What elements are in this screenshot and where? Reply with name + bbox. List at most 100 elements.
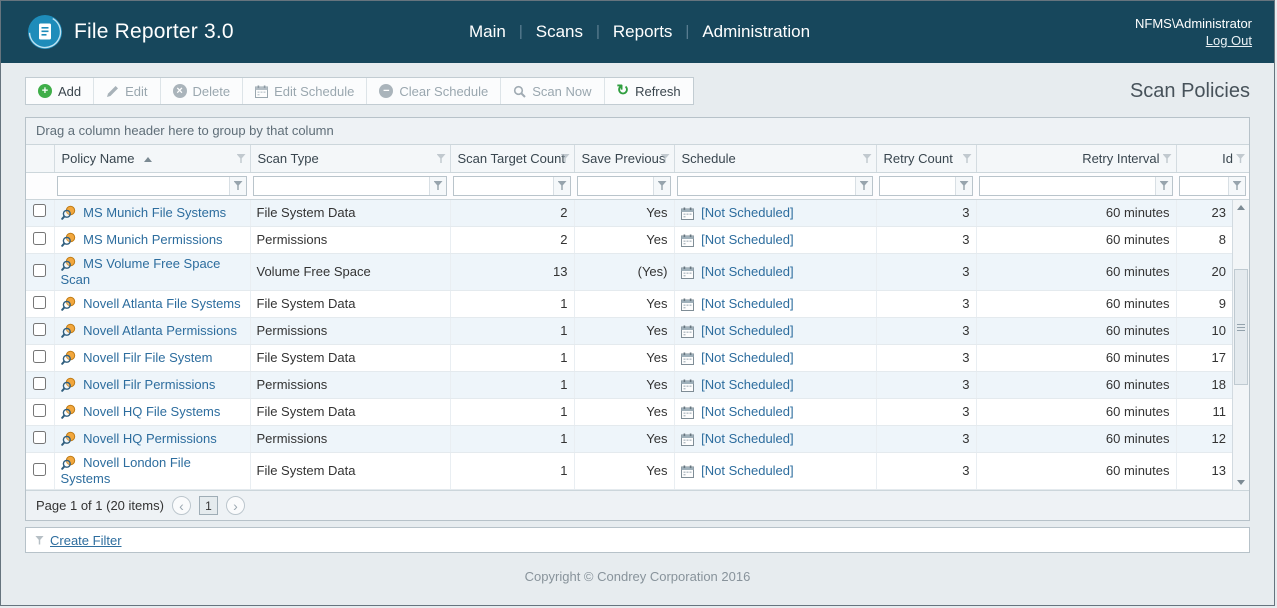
policy-name-link[interactable]: Novell HQ File Systems [83, 404, 220, 419]
row-checkbox[interactable] [33, 296, 46, 309]
header-filter-funnel-icon[interactable] [963, 154, 972, 163]
row-checkbox[interactable] [33, 404, 46, 417]
table-row[interactable]: Novell Filr Permissions Permissions 1 Ye… [26, 372, 1232, 399]
header-filter-funnel-icon[interactable] [437, 154, 446, 163]
scrollbar-thumb[interactable] [1234, 269, 1248, 385]
add-button[interactable]: Add [26, 78, 94, 104]
filter-menu-button[interactable] [553, 177, 570, 195]
schedule-link[interactable]: [Not Scheduled] [701, 264, 794, 279]
header-filter-funnel-icon[interactable] [1236, 154, 1245, 163]
application-window: File Reporter 3.0 Main Scans Reports Adm… [0, 0, 1275, 606]
filter-menu-button[interactable] [1228, 177, 1245, 195]
table-row[interactable]: Novell Atlanta File Systems File System … [26, 291, 1232, 318]
schedule-link[interactable]: [Not Scheduled] [701, 463, 794, 478]
schedule-link[interactable]: [Not Scheduled] [701, 232, 794, 247]
calendar-icon [681, 205, 702, 220]
policy-name-link[interactable]: Novell HQ Permissions [83, 431, 217, 446]
filter-input-retry-count[interactable] [880, 179, 955, 193]
column-header-scan-type[interactable]: Scan Type [250, 145, 450, 172]
schedule-link[interactable]: [Not Scheduled] [701, 323, 794, 338]
retry-count-cell: 3 [876, 318, 976, 345]
policy-name-link[interactable]: Novell Atlanta File Systems [83, 296, 241, 311]
table-row[interactable]: Novell Filr File System File System Data… [26, 345, 1232, 372]
column-header-scan-target-count[interactable]: Scan Target Count [450, 145, 574, 172]
scan-policy-icon [61, 404, 84, 419]
scan-type-cell: Permissions [250, 318, 450, 345]
filter-input-schedule[interactable] [678, 179, 855, 193]
schedule-link[interactable]: [Not Scheduled] [701, 205, 794, 220]
button-label: Clear Schedule [399, 84, 488, 99]
table-row[interactable]: MS Munich Permissions Permissions 2 Yes [26, 227, 1232, 254]
schedule-link[interactable]: [Not Scheduled] [701, 350, 794, 365]
filter-input-scan-type[interactable] [254, 179, 429, 193]
filter-menu-button[interactable] [955, 177, 972, 195]
schedule-link[interactable]: [Not Scheduled] [701, 296, 794, 311]
policy-name-link[interactable]: MS Volume Free Space Scan [61, 256, 221, 287]
table-row[interactable]: Novell Atlanta Permissions Permissions 1… [26, 318, 1232, 345]
row-select-cell [26, 453, 54, 490]
create-filter-link[interactable]: Create Filter [50, 533, 122, 548]
table-row[interactable]: Novell HQ Permissions Permissions 1 Yes [26, 426, 1232, 453]
row-checkbox[interactable] [33, 350, 46, 363]
scan-target-count-cell: 13 [450, 254, 574, 291]
schedule-link[interactable]: [Not Scheduled] [701, 377, 794, 392]
policy-name-link[interactable]: MS Munich File Systems [83, 205, 226, 220]
table-row[interactable]: MS Volume Free Space Scan Volume Free Sp… [26, 254, 1232, 291]
nav-administration[interactable]: Administration [702, 22, 810, 42]
row-checkbox[interactable] [33, 204, 46, 217]
nav-main[interactable]: Main [469, 22, 506, 42]
nav-reports[interactable]: Reports [613, 22, 673, 42]
header-filter-funnel-icon[interactable] [237, 154, 246, 163]
column-header-policy-name[interactable]: Policy Name [54, 145, 250, 172]
retry-interval-cell: 60 minutes [976, 399, 1176, 426]
filter-menu-button[interactable] [1155, 177, 1172, 195]
scroll-down-button[interactable] [1233, 474, 1249, 490]
brand: File Reporter 3.0 [1, 14, 469, 50]
pager-prev-button [172, 496, 191, 515]
header-filter-funnel-icon[interactable] [863, 154, 872, 163]
filter-input-retry-interval[interactable] [980, 179, 1155, 193]
header-filter-funnel-icon[interactable] [1163, 154, 1172, 163]
refresh-button[interactable]: Refresh [605, 78, 693, 104]
logout-link[interactable]: Log Out [1206, 33, 1252, 48]
policy-name-link[interactable]: Novell Filr File System [83, 350, 212, 365]
schedule-link[interactable]: [Not Scheduled] [701, 404, 794, 419]
vertical-scrollbar[interactable] [1232, 200, 1249, 491]
row-checkbox[interactable] [33, 463, 46, 476]
filter-menu-button[interactable] [653, 177, 670, 195]
row-checkbox[interactable] [33, 377, 46, 390]
nav-separator [519, 23, 523, 41]
filter-menu-button[interactable] [855, 177, 872, 195]
filter-input-save-previous[interactable] [578, 179, 653, 193]
filter-menu-button[interactable] [429, 177, 446, 195]
column-header-schedule[interactable]: Schedule [674, 145, 876, 172]
filter-menu-button[interactable] [229, 177, 246, 195]
pager-page-button[interactable]: 1 [199, 496, 218, 515]
policy-name-link[interactable]: Novell Filr Permissions [83, 377, 215, 392]
column-label: Scan Target Count [458, 151, 565, 166]
column-header-retry-interval[interactable]: Retry Interval [976, 145, 1176, 172]
column-header-save-previous[interactable]: Save Previous [574, 145, 674, 172]
row-checkbox[interactable] [33, 264, 46, 277]
table-row[interactable]: Novell HQ File Systems File System Data … [26, 399, 1232, 426]
scan-target-count-cell: 1 [450, 453, 574, 490]
policy-name-link[interactable]: MS Munich Permissions [83, 232, 222, 247]
arrow-up-icon [1237, 205, 1245, 210]
table-row[interactable]: MS Munich File Systems File System Data … [26, 200, 1232, 227]
filter-input-policy-name[interactable] [58, 179, 229, 193]
policy-name-link[interactable]: Novell Atlanta Permissions [83, 323, 237, 338]
column-header-retry-count[interactable]: Retry Count [876, 145, 976, 172]
filter-input-id[interactable] [1180, 179, 1228, 193]
row-checkbox[interactable] [33, 232, 46, 245]
nav-scans[interactable]: Scans [536, 22, 583, 42]
filter-input-scan-target-count[interactable] [454, 179, 553, 193]
column-label: Retry Interval [1082, 151, 1159, 166]
scan-type-cell: Permissions [250, 372, 450, 399]
table-row[interactable]: Novell London File Systems File System D… [26, 453, 1232, 490]
scroll-up-button[interactable] [1233, 200, 1249, 216]
row-checkbox[interactable] [33, 431, 46, 444]
scan-type-cell: Volume Free Space [250, 254, 450, 291]
row-checkbox[interactable] [33, 323, 46, 336]
column-header-id[interactable]: Id [1176, 145, 1249, 172]
schedule-link[interactable]: [Not Scheduled] [701, 431, 794, 446]
